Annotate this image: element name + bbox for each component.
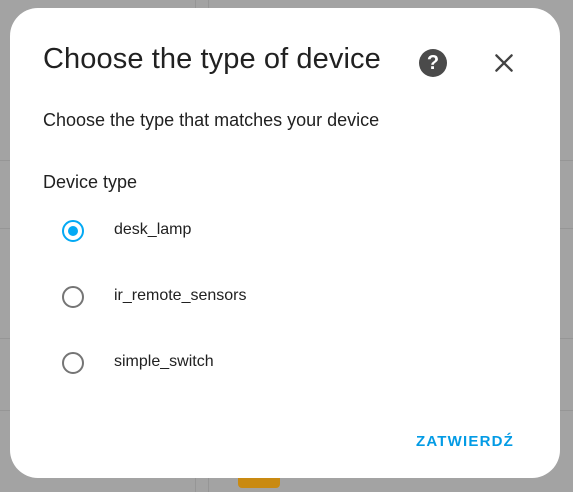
radio-option-ir-remote-sensors[interactable]: ir_remote_sensors bbox=[62, 284, 482, 314]
dialog-title: Choose the type of device bbox=[43, 43, 381, 75]
radio-dot bbox=[68, 226, 78, 236]
device-type-label: Device type bbox=[43, 172, 138, 192]
dialog-subtitle: Choose the type that matches your device bbox=[43, 110, 380, 130]
device-type-dialog: Choose the type of device ? Choose the t… bbox=[10, 8, 560, 478]
radio-button-checked[interactable] bbox=[62, 220, 84, 242]
help-circle-icon[interactable]: ? bbox=[419, 49, 447, 77]
radio-option-simple-switch[interactable]: simple_switch bbox=[62, 350, 482, 380]
close-icon[interactable] bbox=[491, 50, 517, 76]
radio-option-label: ir_remote_sensors bbox=[114, 287, 247, 304]
radio-option-desk-lamp[interactable]: desk_lamp bbox=[62, 218, 482, 248]
radio-option-label: simple_switch bbox=[114, 353, 214, 370]
radio-button-unchecked[interactable] bbox=[62, 352, 84, 374]
radio-option-label: desk_lamp bbox=[114, 221, 192, 238]
radio-button-unchecked[interactable] bbox=[62, 286, 84, 308]
confirm-button[interactable]: ZATWIERDŹ bbox=[410, 428, 520, 454]
